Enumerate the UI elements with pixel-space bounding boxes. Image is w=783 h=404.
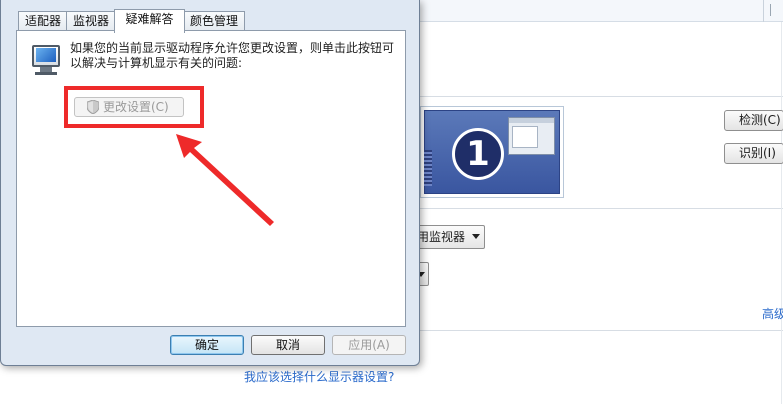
tab-monitor[interactable]: 监视器 bbox=[66, 11, 116, 32]
apply-button[interactable]: 应用(A) bbox=[332, 335, 406, 355]
display-help-link[interactable]: 我应该选择什么显示器设置? bbox=[244, 368, 414, 386]
tab-color-management[interactable]: 颜色管理 bbox=[183, 11, 245, 32]
display-number-badge[interactable]: 1 bbox=[452, 128, 504, 180]
display-preview-edge bbox=[424, 150, 432, 186]
detect-button[interactable]: 检测(C) bbox=[724, 110, 783, 131]
advanced-settings-link[interactable]: 高级 bbox=[762, 305, 783, 323]
monitor-icon-screen bbox=[36, 48, 56, 62]
divider bbox=[420, 330, 783, 331]
ok-button[interactable]: 确定 bbox=[170, 335, 244, 355]
display-preview-window-bar bbox=[509, 118, 554, 123]
monitor-icon-base bbox=[35, 72, 57, 75]
annotation-arrow bbox=[176, 134, 274, 226]
titlebar-tick bbox=[770, 4, 771, 16]
highlight-box bbox=[64, 86, 204, 128]
cancel-button[interactable]: 取消 bbox=[251, 335, 325, 355]
troubleshoot-description: 如果您的当前显示驱动程序允许您更改设置，则单击此按钮可以解决与计算机显示有关的问… bbox=[70, 41, 395, 70]
divider bbox=[420, 96, 783, 97]
titlebar-separator bbox=[763, 0, 764, 22]
tab-adapter[interactable]: 适配器 bbox=[18, 11, 68, 32]
tab-strip: 适配器 监视器 疑难解答 颜色管理 bbox=[10, 9, 410, 33]
display-preview-window-doc bbox=[512, 126, 538, 148]
tab-troubleshoot[interactable]: 疑难解答 bbox=[114, 9, 185, 33]
window-border bbox=[781, 22, 782, 404]
dropdown-arrow-icon bbox=[472, 234, 480, 239]
divider bbox=[420, 208, 783, 209]
background-window-titlebar bbox=[420, 0, 783, 22]
identify-button[interactable]: 识别(I) bbox=[724, 143, 783, 164]
